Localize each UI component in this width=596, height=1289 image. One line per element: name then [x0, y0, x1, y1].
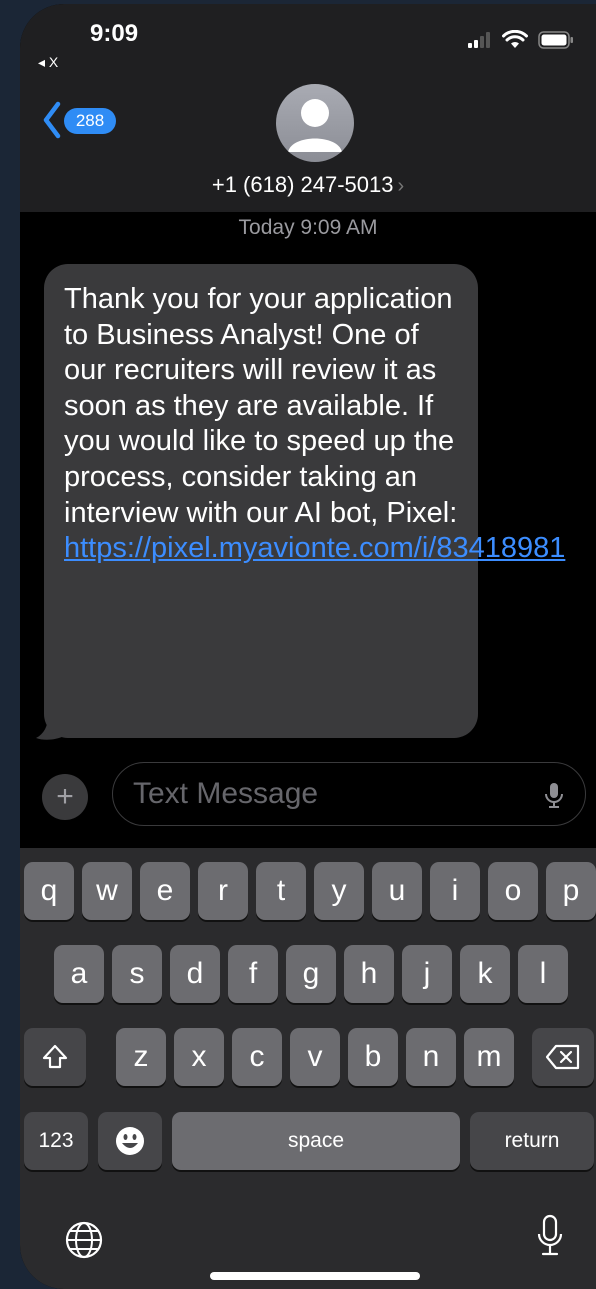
- key-d[interactable]: d: [170, 945, 220, 1003]
- key-h[interactable]: h: [344, 945, 394, 1003]
- key-p[interactable]: p: [546, 862, 596, 920]
- message-link[interactable]: https://pixel.myavionte.com/i/83418981: [64, 532, 565, 564]
- key-b[interactable]: b: [348, 1028, 398, 1086]
- cellular-signal-icon: [468, 31, 490, 48]
- key-f[interactable]: f: [228, 945, 278, 1003]
- back-chevron-icon[interactable]: [42, 100, 62, 140]
- key-r[interactable]: r: [198, 862, 248, 920]
- key-m[interactable]: m: [464, 1028, 514, 1086]
- shift-arrow-icon: [42, 1044, 68, 1069]
- key-i[interactable]: i: [430, 862, 480, 920]
- key-t[interactable]: t: [256, 862, 306, 920]
- home-indicator[interactable]: [210, 1272, 420, 1280]
- key-e[interactable]: e: [140, 862, 190, 920]
- space-key[interactable]: space: [172, 1112, 460, 1170]
- status-time: 9:09: [90, 20, 139, 47]
- battery-icon: [538, 30, 573, 49]
- received-message-bubble[interactable]: Thank you for your application to Busine…: [44, 264, 565, 738]
- return-key[interactable]: return: [470, 1112, 594, 1170]
- key-a[interactable]: a: [54, 945, 104, 1003]
- chevron-right-icon: ›: [397, 175, 405, 197]
- message-timestamp: Today 9:09 AM: [238, 216, 378, 239]
- unread-count-badge[interactable]: 288: [64, 108, 116, 134]
- shift-key[interactable]: [24, 1028, 86, 1086]
- contact-name-button[interactable]: +1 (618) 247-5013 ›: [20, 172, 596, 198]
- key-w[interactable]: w: [82, 862, 132, 920]
- key-s[interactable]: s: [112, 945, 162, 1003]
- person-icon: [288, 99, 342, 152]
- message-text: Thank you for your application to Busine…: [64, 283, 458, 529]
- dictation-mic-icon[interactable]: [544, 782, 564, 810]
- key-c[interactable]: c: [232, 1028, 282, 1086]
- status-icons: [468, 30, 574, 49]
- back-to-app-link[interactable]: ◂ X: [38, 54, 58, 71]
- key-j[interactable]: j: [402, 945, 452, 1003]
- wifi-icon: [502, 30, 528, 48]
- contact-avatar[interactable]: [276, 84, 354, 162]
- numbers-key[interactable]: 123: [24, 1112, 88, 1170]
- key-z[interactable]: z: [116, 1028, 166, 1086]
- key-g[interactable]: g: [286, 945, 336, 1003]
- key-y[interactable]: y: [314, 862, 364, 920]
- contact-number: +1 (618) 247-5013: [211, 172, 394, 197]
- key-x[interactable]: x: [174, 1028, 224, 1086]
- key-q[interactable]: q: [24, 862, 74, 920]
- key-l[interactable]: l: [518, 945, 568, 1003]
- delete-key[interactable]: [532, 1028, 594, 1086]
- key-u[interactable]: u: [372, 862, 422, 920]
- keyboard: qwertyuiop asdfghjkl zxcvbnm 123 space r…: [20, 848, 596, 1289]
- globe-icon[interactable]: [64, 1220, 104, 1260]
- message-input[interactable]: [112, 762, 586, 826]
- emoji-smiley-icon: [116, 1127, 144, 1155]
- key-v[interactable]: v: [290, 1028, 340, 1086]
- apps-plus-button[interactable]: +: [42, 774, 88, 820]
- phone-screen: 9:09 ◂ X 288 +1 (618) 247-5013 › Today 9…: [20, 4, 596, 1289]
- backspace-icon: [545, 1044, 580, 1070]
- emoji-key[interactable]: [98, 1112, 162, 1170]
- key-o[interactable]: o: [488, 862, 538, 920]
- dictation-mic-icon[interactable]: [536, 1214, 564, 1258]
- key-k[interactable]: k: [460, 945, 510, 1003]
- conversation-header: 9:09 ◂ X 288 +1 (618) 247-5013 ›: [20, 4, 596, 212]
- key-n[interactable]: n: [406, 1028, 456, 1086]
